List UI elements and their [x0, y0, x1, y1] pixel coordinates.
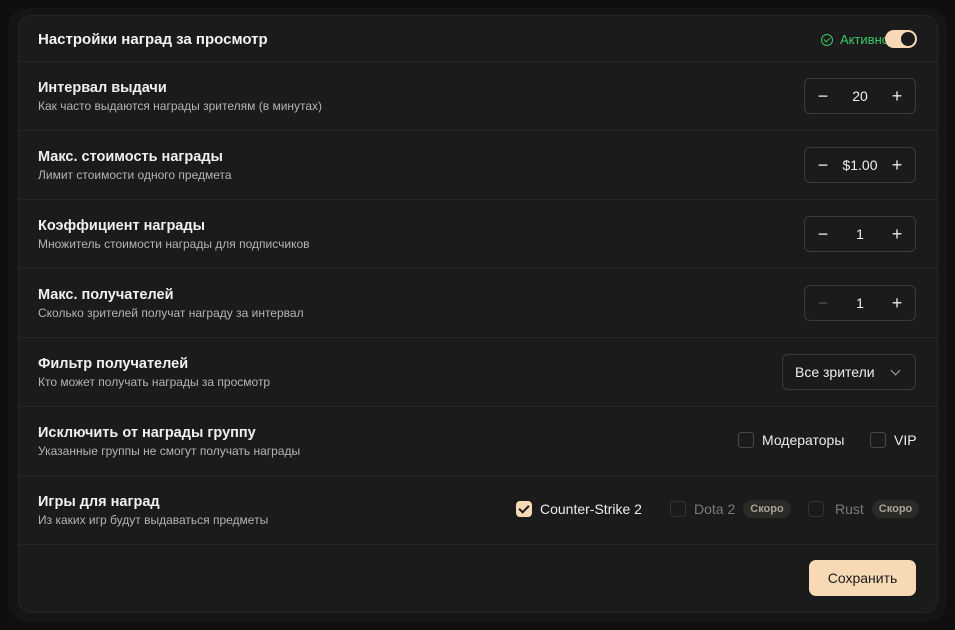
reward-settings-card: Настройки наград за просмотр Активно Инт…	[18, 15, 938, 613]
row-title: Фильтр получателей	[38, 356, 189, 372]
row-title: Игры для наград	[38, 494, 160, 510]
row-games: Игры для наград Из каких игр будут выдав…	[19, 476, 937, 545]
max-cost-stepper: − $1.00 +	[804, 147, 916, 183]
max-cost-value[interactable]: $1.00	[835, 157, 885, 173]
option-label: Counter-Strike 2	[540, 501, 642, 517]
row-description: Кто может получать награды за просмотр	[38, 375, 271, 389]
toggle-knob	[901, 32, 915, 46]
row-description: Множитель стоимости награды для подписчи…	[38, 237, 310, 251]
row-description: Из каких игр будут выдаваться предметы	[38, 513, 269, 527]
row-recipient-filter: Фильтр получателей Кто может получать на…	[19, 338, 937, 407]
row-title: Исключить от награды группу	[38, 425, 256, 441]
option-label: Модераторы	[762, 432, 845, 448]
option-label: Dota 2	[694, 501, 736, 517]
dota2-checkbox	[670, 501, 686, 517]
coming-soon-badge: Скоро	[871, 500, 920, 518]
game-option-cs2[interactable]: Counter-Strike 2	[516, 501, 642, 517]
option-label: VIP	[894, 432, 917, 448]
row-title: Макс. получателей	[38, 287, 174, 303]
option-label: Rust	[835, 501, 864, 517]
coming-soon-badge: Скоро	[743, 500, 791, 518]
row-description: Сколько зрителей получат награду за инте…	[38, 306, 304, 320]
exclude-moderators-option[interactable]: Модераторы	[738, 432, 844, 448]
active-toggle[interactable]	[885, 30, 917, 48]
row-coefficient: Коэффициент награды Множитель стоимости …	[19, 200, 937, 269]
recipient-filter-select[interactable]: Все зрители	[782, 354, 916, 390]
check-circle-icon	[820, 33, 833, 46]
game-option-rust: Rust Скоро	[808, 500, 920, 518]
exclude-vip-option[interactable]: VIP	[870, 432, 917, 448]
row-max-cost: Макс. стоимость награды Лимит стоимости …	[19, 131, 937, 200]
chevron-down-icon	[890, 365, 901, 376]
increment-button[interactable]: +	[879, 286, 915, 320]
save-button[interactable]: Сохранить	[809, 560, 916, 596]
row-description: Лимит стоимости одного предмета	[38, 168, 232, 182]
row-title: Макс. стоимость награды	[38, 149, 223, 165]
coefficient-value[interactable]: 1	[835, 226, 885, 242]
row-description: Как часто выдаются награды зрителям (в м…	[38, 99, 323, 113]
cs2-checkbox[interactable]	[516, 501, 532, 517]
vip-checkbox[interactable]	[870, 432, 886, 448]
increment-button[interactable]: +	[879, 79, 915, 113]
increment-button[interactable]: +	[879, 217, 915, 251]
recipients-value[interactable]: 1	[835, 295, 885, 311]
row-max-recipients: Макс. получателей Сколько зрителей получ…	[19, 269, 937, 338]
row-exclude-groups: Исключить от награды группу Указанные гр…	[19, 407, 937, 476]
row-title: Коэффициент награды	[38, 218, 205, 234]
rust-checkbox	[808, 501, 824, 517]
card-header: Настройки наград за просмотр Активно	[19, 16, 937, 62]
row-title: Интервал выдачи	[38, 80, 167, 96]
status-text: Активно	[839, 32, 889, 47]
interval-value[interactable]: 20	[835, 88, 885, 104]
row-interval: Интервал выдачи Как часто выдаются награ…	[19, 62, 937, 131]
moderators-checkbox[interactable]	[738, 432, 754, 448]
status-indicator: Активно	[820, 32, 889, 47]
select-value: Все зрители	[795, 364, 875, 380]
interval-stepper: − 20 +	[804, 78, 916, 114]
recipients-stepper: − 1 +	[804, 285, 916, 321]
coefficient-stepper: − 1 +	[804, 216, 916, 252]
card-title: Настройки наград за просмотр	[38, 31, 268, 48]
row-description: Указанные группы не смогут получать нагр…	[38, 444, 301, 458]
increment-button[interactable]: +	[879, 148, 915, 182]
game-option-dota2: Dota 2 Скоро	[670, 500, 791, 518]
